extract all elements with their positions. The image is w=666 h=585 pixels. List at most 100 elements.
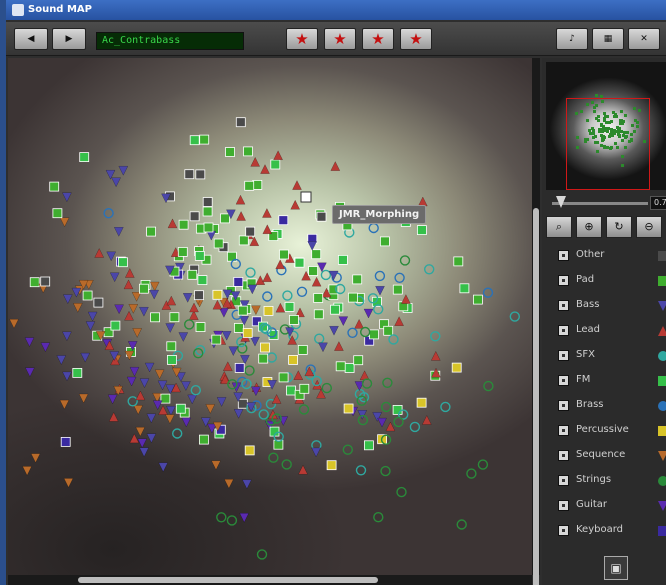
preset-marker-guitar[interactable] <box>338 316 349 327</box>
preset-marker-bass[interactable] <box>311 447 322 458</box>
preset-marker-other[interactable] <box>194 290 204 301</box>
preset-marker-pad[interactable] <box>313 293 324 303</box>
preset-marker-bass[interactable] <box>61 192 72 203</box>
preset-marker-fm[interactable] <box>110 320 121 331</box>
preset-marker-bass[interactable] <box>87 311 98 322</box>
preset-marker-pad[interactable] <box>252 180 263 190</box>
preset-marker-lead[interactable] <box>189 302 199 313</box>
preset-marker-other[interactable] <box>202 197 213 207</box>
previous-preset-button[interactable]: ◀ <box>14 28 48 50</box>
category-other[interactable]: Other <box>552 246 666 266</box>
preset-marker-lead[interactable] <box>260 164 270 174</box>
preset-marker-brass[interactable] <box>296 286 308 298</box>
map-horizontal-scrollbar[interactable] <box>8 575 532 585</box>
preset-marker-strings[interactable] <box>298 404 310 415</box>
preset-marker-pad[interactable] <box>472 294 483 305</box>
preset-marker-bass[interactable] <box>85 321 96 332</box>
preset-marker-bass[interactable] <box>375 285 385 296</box>
preset-marker-fm[interactable] <box>72 367 83 378</box>
preset-marker-bass[interactable] <box>250 336 260 347</box>
preset-marker-sfx[interactable] <box>388 334 399 345</box>
preset-marker-strings[interactable] <box>216 512 227 523</box>
preset-marker-pad[interactable] <box>383 325 394 336</box>
preset-marker-sequence[interactable] <box>9 318 19 329</box>
preset-marker-fm[interactable] <box>197 275 208 286</box>
preset-marker-fm[interactable] <box>294 257 305 268</box>
preset-marker-bass[interactable] <box>118 165 129 176</box>
preset-marker-percussive[interactable] <box>212 289 223 300</box>
preset-marker-pad[interactable] <box>243 146 253 157</box>
preset-marker-pad[interactable] <box>213 238 224 249</box>
preset-marker-sequence[interactable] <box>59 399 70 410</box>
preset-marker-sequence[interactable] <box>59 217 70 228</box>
category-pad[interactable]: Pad <box>552 271 666 291</box>
preset-marker-sequence[interactable] <box>22 466 33 476</box>
preset-marker-pad[interactable] <box>29 277 40 288</box>
preset-marker-lead[interactable] <box>359 370 370 381</box>
preset-marker-pad[interactable] <box>353 355 364 366</box>
preset-marker-pad[interactable] <box>211 334 222 345</box>
preset-marker-lead[interactable] <box>262 224 273 235</box>
preset-marker-other[interactable] <box>237 398 248 409</box>
preset-marker-strings[interactable] <box>183 319 195 330</box>
preset-marker-fm[interactable] <box>194 250 205 261</box>
preset-marker-brass[interactable] <box>103 207 114 219</box>
preset-marker-pad[interactable] <box>198 434 209 445</box>
preset-marker-sequence[interactable] <box>149 281 160 292</box>
preset-marker-bass[interactable] <box>61 331 72 342</box>
preset-markers[interactable] <box>8 58 532 575</box>
category-keyboard[interactable]: Keyboard <box>552 521 666 541</box>
preset-marker-lead[interactable] <box>261 207 272 218</box>
preset-marker-lead[interactable] <box>94 247 105 258</box>
preset-marker-lead[interactable] <box>262 272 273 283</box>
preset-marker-bass[interactable] <box>109 272 120 283</box>
preset-marker-percussive[interactable] <box>343 403 354 414</box>
preset-marker-strings[interactable] <box>483 380 494 392</box>
preset-marker-lead[interactable] <box>273 150 284 161</box>
preset-marker-percussive[interactable] <box>242 327 253 338</box>
scroll-thumb[interactable] <box>533 208 539 585</box>
preset-marker-strings[interactable] <box>396 486 407 498</box>
preset-marker-strings[interactable] <box>281 459 292 470</box>
preset-marker-sfx[interactable] <box>440 401 451 413</box>
preset-marker-pad[interactable] <box>150 312 161 323</box>
preset-marker-percussive[interactable] <box>244 445 255 456</box>
preset-marker-guitar[interactable] <box>363 308 374 319</box>
preset-marker-sequence[interactable] <box>72 303 83 313</box>
preset-marker-pad[interactable] <box>299 383 310 394</box>
preset-marker-bass[interactable] <box>62 294 73 305</box>
preset-marker-sfx[interactable] <box>282 290 293 301</box>
preset-marker-sfx[interactable] <box>355 465 367 476</box>
preset-marker-bass[interactable] <box>241 479 252 490</box>
preset-marker-bass[interactable] <box>139 447 150 458</box>
preset-marker-lead[interactable] <box>124 310 134 321</box>
preset-marker-lead[interactable] <box>333 341 344 351</box>
checkbox[interactable] <box>558 325 569 336</box>
preset-marker-strings[interactable] <box>466 468 477 479</box>
viewport-selection-rectangle[interactable] <box>566 98 650 190</box>
preset-marker-pad[interactable] <box>203 222 214 233</box>
preset-marker-sfx[interactable] <box>314 333 325 344</box>
preset-marker-sequence[interactable] <box>131 292 142 302</box>
map-vertical-scrollbar[interactable] <box>532 58 540 585</box>
preset-marker-lead[interactable] <box>135 390 146 401</box>
preset-marker-bass[interactable] <box>182 293 193 303</box>
preset-marker-fm[interactable] <box>175 403 186 414</box>
preset-marker-fm[interactable] <box>286 385 296 396</box>
preset-marker-sequence[interactable] <box>250 305 261 316</box>
preset-marker-guitar[interactable] <box>126 376 137 387</box>
zoom-slider[interactable]: 0.7 <box>546 196 666 210</box>
preset-marker-pad[interactable] <box>369 329 379 340</box>
preset-marker-brass[interactable] <box>394 272 405 284</box>
preset-marker-strings[interactable] <box>393 416 404 428</box>
preset-marker-fm[interactable] <box>166 354 177 365</box>
preset-marker-strings[interactable] <box>373 512 384 523</box>
preset-marker-pad[interactable] <box>237 305 248 316</box>
category-lead[interactable]: Lead <box>552 321 666 341</box>
preset-marker-pad[interactable] <box>225 147 235 157</box>
preset-marker-sfx[interactable] <box>430 331 441 342</box>
preset-marker-lead[interactable] <box>275 259 286 270</box>
tools-button[interactable]: ✕ <box>628 28 660 50</box>
preset-marker-pad[interactable] <box>233 322 244 333</box>
checkbox[interactable] <box>558 475 569 486</box>
